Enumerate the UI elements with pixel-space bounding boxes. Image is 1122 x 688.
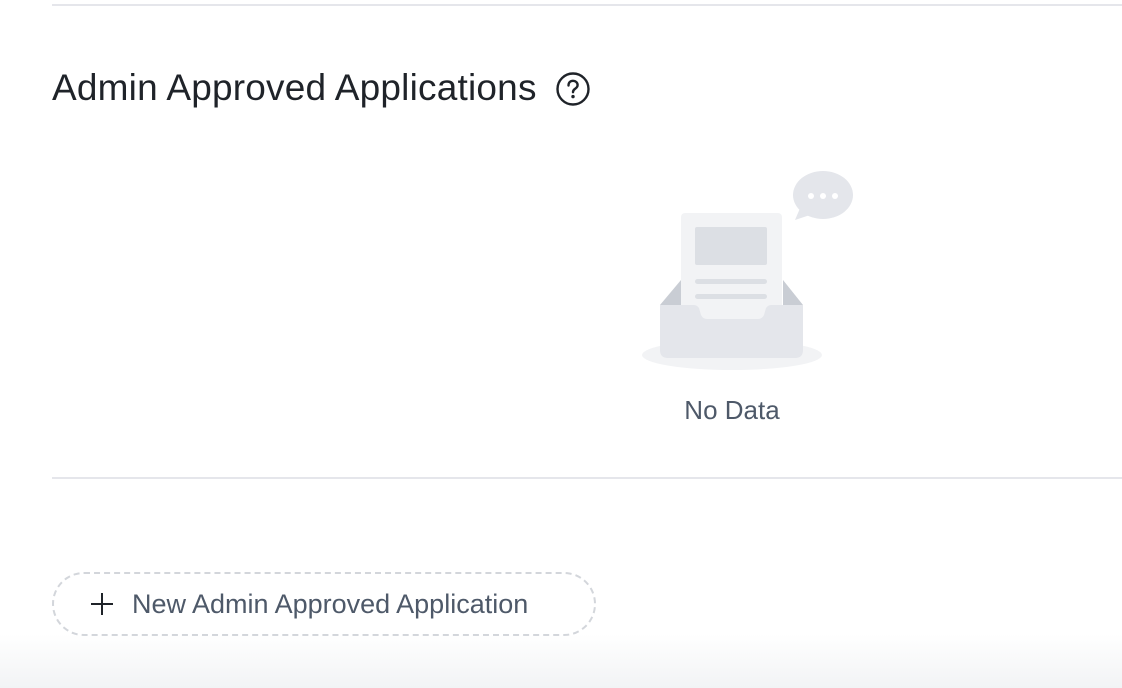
bottom-fade bbox=[0, 634, 1122, 688]
new-admin-approved-application-button[interactable]: New Admin Approved Application bbox=[52, 572, 596, 636]
section-title: Admin Approved Applications bbox=[52, 67, 537, 108]
section-divider bbox=[52, 477, 1122, 479]
section-header: Admin Approved Applications bbox=[52, 64, 591, 112]
admin-approved-applications-panel: Admin Approved Applications No Data New … bbox=[0, 0, 1122, 688]
question-circle-icon[interactable] bbox=[555, 71, 591, 107]
new-button-label: New Admin Approved Application bbox=[132, 589, 529, 619]
empty-state: No Data bbox=[631, 168, 863, 430]
empty-state-text: No Data bbox=[684, 395, 780, 425]
plus-icon bbox=[90, 592, 114, 616]
top-divider bbox=[52, 4, 1122, 6]
empty-inbox-illustration bbox=[631, 168, 863, 378]
